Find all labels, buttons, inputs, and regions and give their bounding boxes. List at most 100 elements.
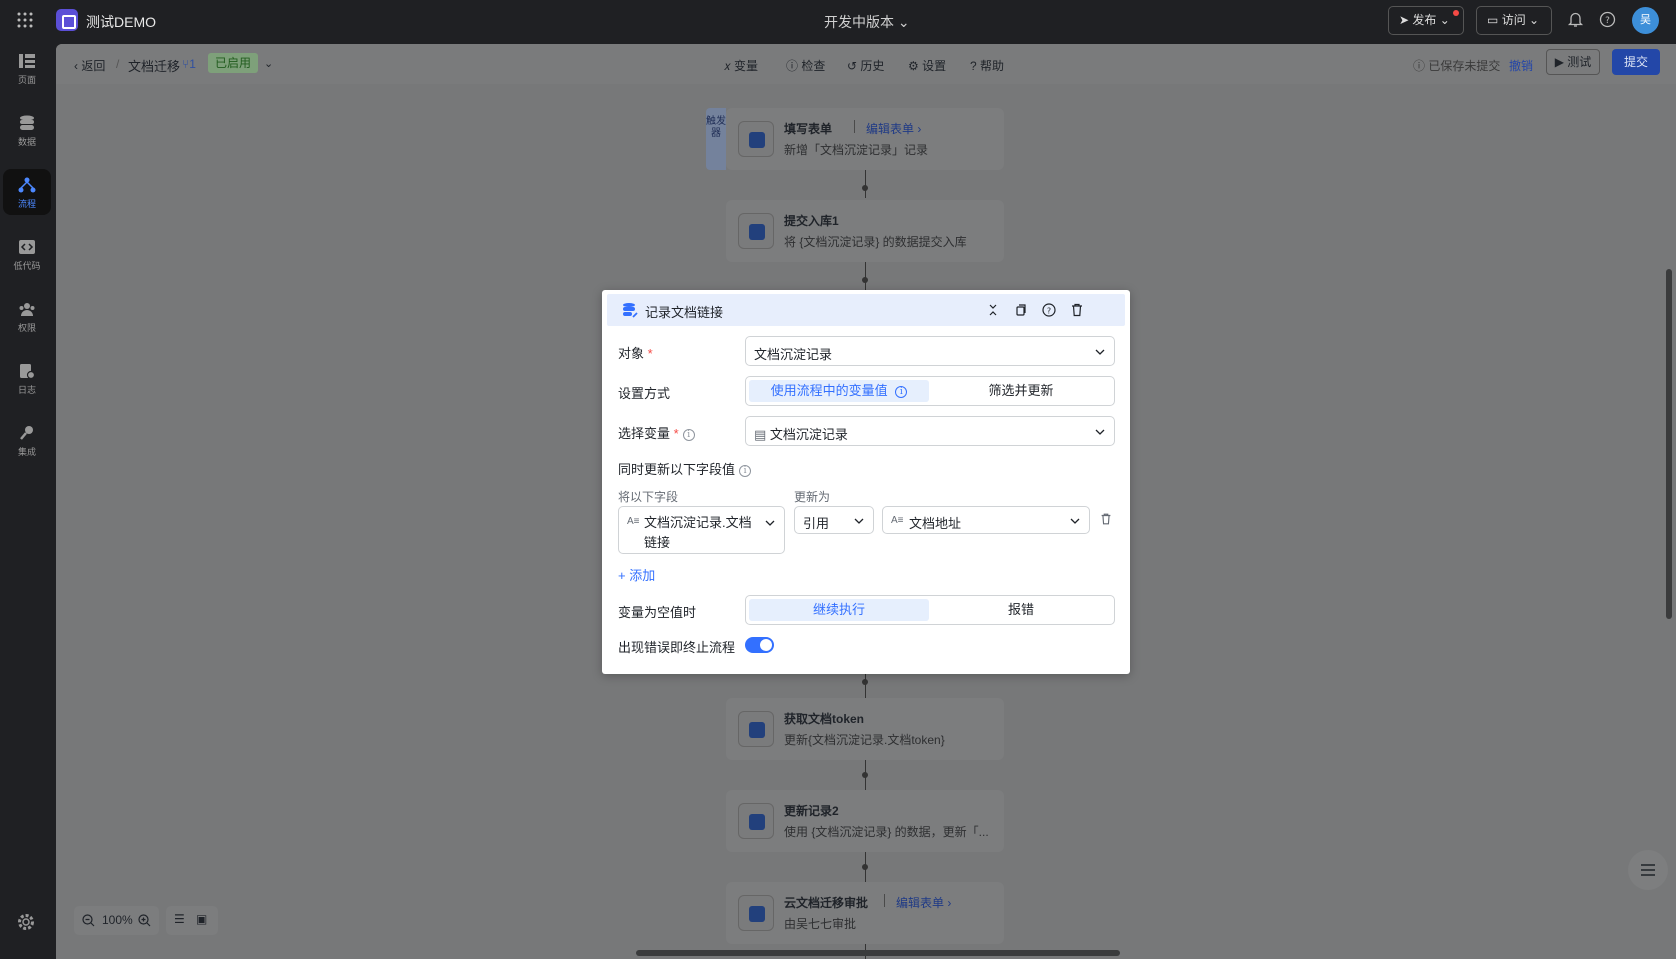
app-name[interactable]: 测试DEMO <box>86 12 156 32</box>
empty-option-error[interactable]: 报错 <box>931 599 1111 621</box>
info-icon[interactable]: i <box>682 429 695 441</box>
tool-label: 变量 <box>734 59 759 73</box>
add-field-button[interactable]: + 添加 <box>618 565 655 584</box>
mode-option-label: 使用流程中的变量值 <box>770 383 888 398</box>
help-tool[interactable]: ? 帮助 <box>970 57 1004 74</box>
info-icon[interactable]: i <box>739 465 752 477</box>
chevron-down-icon: ⌄ <box>1439 13 1450 27</box>
sidebar-item-label: 权限 <box>17 323 36 333</box>
sidebar-item-integration[interactable]: 集成 <box>3 417 51 463</box>
menu-button[interactable] <box>1628 850 1668 890</box>
layout-controls: ☰ ▣ <box>166 906 218 935</box>
top-bar: 测试DEMO 开发中版本 ⌄ ➤ 发布 ⌄ ▭ 访问 ⌄ ? 吴 <box>0 0 1676 41</box>
flow-node-submit-db[interactable]: 提交入库1 将 {文档沉淀记录} 的数据提交入库 <box>726 200 1004 262</box>
avatar[interactable]: 吴 <box>1632 7 1659 34</box>
chevron-down-icon: ⌄ <box>897 14 910 30</box>
reference-select[interactable]: 引用 <box>794 506 874 534</box>
sidebar-item-data[interactable]: 数据 <box>3 107 51 153</box>
node-title: 提交入库1 <box>784 214 839 228</box>
sidebar-item-logs[interactable]: 日志 <box>3 355 51 401</box>
user-icon <box>738 895 774 931</box>
edit-form-label: 编辑表单 <box>896 896 945 910</box>
sidebar-item-lowcode[interactable]: 低代码 <box>3 231 51 277</box>
pages-icon <box>19 54 35 68</box>
add-label: 添加 <box>629 568 656 583</box>
flow-node-approval[interactable]: 云文档迁移审批 编辑表单 › 由吴七七审批 <box>726 882 1004 944</box>
gear-icon: ⚙ <box>908 59 919 73</box>
flow-icon <box>18 177 36 193</box>
chevron-down-icon <box>1070 518 1080 524</box>
auto-layout-icon[interactable]: ☰ <box>174 912 185 926</box>
target-select[interactable]: A≡ 文档地址 <box>882 506 1090 534</box>
undo-link[interactable]: 撤销 <box>1509 57 1533 74</box>
sidebar-item-flow[interactable]: 流程 <box>3 169 51 215</box>
publish-button[interactable]: ➤ 发布 ⌄ <box>1388 6 1464 35</box>
horizontal-scrollbar[interactable] <box>636 950 1120 956</box>
version-switcher[interactable]: 开发中版本 ⌄ <box>824 12 910 32</box>
zoom-in-icon[interactable] <box>138 914 151 927</box>
mode-option-variable[interactable]: 使用流程中的变量值 i <box>749 380 929 402</box>
vertical-scrollbar[interactable] <box>1666 269 1672 619</box>
flow-version-number: 1 <box>189 57 196 71</box>
visit-button[interactable]: ▭ 访问 ⌄ <box>1476 6 1552 35</box>
edit-form-link[interactable]: 编辑表单 › <box>896 894 951 911</box>
history-tool[interactable]: ↺ 历史 <box>847 57 884 74</box>
sidebar-item-permissions[interactable]: 权限 <box>3 293 51 339</box>
back-button[interactable]: ‹ 返回 <box>74 57 105 74</box>
chevron-down-icon <box>765 520 775 526</box>
publish-label: 发布 <box>1412 13 1437 27</box>
variable-select[interactable]: ▤ 文档沉淀记录 <box>745 416 1115 446</box>
flow-version[interactable]: ⑂1 <box>182 57 196 71</box>
flow-node-get-token[interactable]: 获取文档token 更新{文档沉淀记录.文档token} <box>726 698 1004 760</box>
app-grid-icon[interactable] <box>16 11 34 29</box>
field-select[interactable]: A≡ 文档沉淀记录.文档链接 <box>618 506 785 554</box>
tool-label: 检查 <box>801 59 826 73</box>
mode-option-filter[interactable]: 筛选并更新 <box>931 380 1111 402</box>
variables-tool[interactable]: 𝑥 变量 <box>724 57 758 74</box>
help-icon[interactable]: ? <box>1041 302 1057 318</box>
check-tool[interactable]: ⓘ 检查 <box>786 57 825 74</box>
connector-dot <box>862 772 868 778</box>
database-icon <box>738 213 774 249</box>
chevron-down-icon <box>1095 429 1105 435</box>
left-sidebar: 页面 数据 流程 低代码 权限 日志 集成 <box>0 41 56 959</box>
flow-node-update-record[interactable]: 更新记录2 使用 {文档沉淀记录} 的数据，更新「... <box>726 790 1004 852</box>
bell-icon[interactable] <box>1567 11 1584 28</box>
gear-icon[interactable] <box>17 913 35 931</box>
object-select[interactable]: 文档沉淀记录 <box>745 336 1115 366</box>
empty-behavior-segmented: 继续执行 报错 <box>745 595 1115 625</box>
test-button[interactable]: ▶ 测试 <box>1546 49 1600 75</box>
edit-form-link[interactable]: 编辑表单 › <box>866 120 921 137</box>
panel-title: 记录文档链接 <box>645 305 724 320</box>
zoom-level: 100% <box>102 913 133 927</box>
submit-button[interactable]: 提交 <box>1612 49 1660 75</box>
flow-node-fill-form[interactable]: 填写表单 编辑表单 › 新增「文档沉淀记录」记录 <box>726 108 1004 170</box>
alert-circle-icon: ⓘ <box>786 59 799 73</box>
stop-on-error-toggle[interactable] <box>745 637 774 653</box>
mode-segmented: 使用流程中的变量值 i 筛选并更新 <box>745 376 1115 406</box>
help-icon[interactable]: ? <box>1599 11 1616 28</box>
collapse-icon[interactable] <box>985 302 1001 318</box>
chevron-down-icon[interactable]: ⌄ <box>264 57 273 70</box>
update-fields-label: 同时更新以下字段值 i <box>618 459 752 478</box>
copy-icon[interactable] <box>1013 302 1029 318</box>
trash-icon[interactable] <box>1099 512 1113 526</box>
fit-view-icon[interactable]: ▣ <box>196 912 207 926</box>
help-icon: ? <box>970 59 977 73</box>
flow-name[interactable]: 文档迁移 <box>128 56 180 75</box>
update-fields-label-text: 同时更新以下字段值 <box>618 462 736 477</box>
info-icon[interactable]: i <box>895 386 908 398</box>
trash-icon[interactable] <box>1069 302 1085 318</box>
panel-header: 记录文档链接 ? <box>607 294 1125 326</box>
variable-value-text: 文档沉淀记录 <box>769 427 848 442</box>
settings-tool[interactable]: ⚙ 设置 <box>908 57 946 74</box>
app-logo <box>56 9 78 31</box>
node-title: 云文档迁移审批 <box>784 896 869 910</box>
empty-option-continue[interactable]: 继续执行 <box>749 599 929 621</box>
sidebar-item-pages[interactable]: 页面 <box>3 45 51 91</box>
database-edit-icon <box>623 303 638 318</box>
play-icon: ▶ <box>1554 55 1564 69</box>
formula-icon <box>738 711 774 747</box>
target-value: 文档地址 <box>909 516 962 531</box>
zoom-out-icon[interactable] <box>82 914 95 927</box>
